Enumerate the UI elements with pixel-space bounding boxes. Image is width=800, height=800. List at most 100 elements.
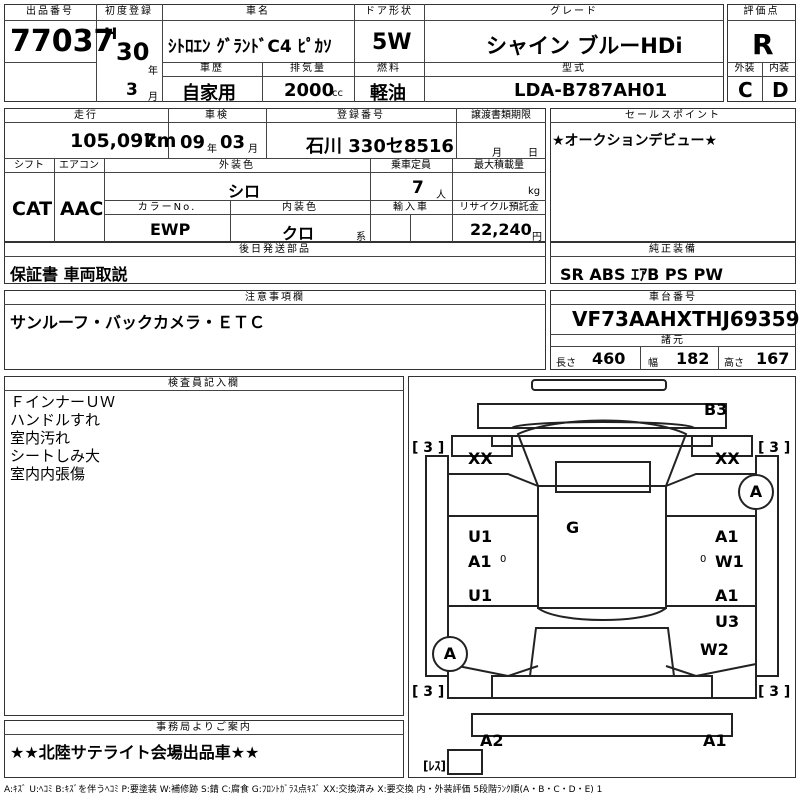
- color-label: 外装色: [219, 160, 255, 171]
- model-code: LDA-B787AH01: [514, 80, 668, 101]
- later-parts-label: 後日発送部品: [239, 244, 311, 255]
- capacity: 7: [412, 178, 424, 198]
- displacement-label: 排気量: [290, 63, 326, 74]
- lot-number: 77037: [10, 24, 115, 59]
- inspector-note: 室内汚れ: [10, 429, 71, 447]
- spare-tire-mark: [ﾚｽ]: [423, 759, 446, 773]
- transfer-day-unit: 日: [528, 148, 538, 159]
- fuel: 軽油: [370, 83, 406, 104]
- divider: [727, 20, 796, 21]
- damage-mark: U3: [715, 612, 740, 631]
- damage-mark: A1: [703, 731, 727, 750]
- body-color: シロ: [228, 182, 261, 201]
- history-label: 車歴: [200, 63, 224, 74]
- damage-circle: A: [432, 636, 468, 672]
- sales-point-section: [550, 108, 796, 242]
- displacement-unit: cc: [332, 88, 343, 99]
- damage-mark: U1: [468, 586, 493, 605]
- score-label: 評価点: [743, 6, 780, 17]
- later-parts-text: 保証書 車両取説: [10, 265, 128, 284]
- reg-year: 30: [116, 38, 150, 66]
- capacity-label: 乗車定員: [391, 160, 431, 171]
- ext-grade: C: [738, 78, 753, 102]
- inspection-label: 車検: [205, 110, 229, 121]
- length: 460: [592, 349, 626, 368]
- door-type: 5W: [372, 30, 412, 55]
- width-label: 幅: [648, 358, 658, 369]
- inspector-note: シートしみ大: [10, 447, 101, 465]
- first-reg-label: 初度登録: [105, 6, 153, 17]
- divider: [718, 346, 719, 370]
- inspection-month-unit: 月: [248, 144, 258, 155]
- notes-text: サンルーフ・バックカメラ・ＥＴＣ: [10, 313, 266, 332]
- divider: [4, 390, 404, 391]
- length-label: 長さ: [556, 358, 576, 369]
- recycle-label: リサイクル預託金: [459, 202, 539, 213]
- int-grade: D: [772, 78, 789, 102]
- ac-label: エアコン: [59, 160, 99, 171]
- divider: [4, 20, 724, 21]
- equipment-text: SR ABS ｴｱB PS PW: [560, 265, 724, 284]
- reg-year-unit: 年: [148, 66, 158, 77]
- tire-tread: [ 3 ]: [412, 684, 445, 700]
- details-section: [4, 108, 546, 242]
- shift-label: シフト: [14, 160, 44, 171]
- divider: [4, 158, 546, 159]
- tire-mark: 0: [700, 554, 707, 565]
- damage-mark: W2: [700, 640, 729, 659]
- divider: [550, 256, 796, 257]
- inspector-note: ＦインナーＵＷ: [10, 393, 116, 411]
- color-no-label: カラーNo.: [137, 202, 197, 213]
- inspector-note: 室内内張傷: [10, 465, 86, 483]
- divider: [354, 4, 355, 102]
- history: 自家用: [182, 83, 236, 104]
- damage-circle: A: [738, 474, 774, 510]
- divider: [410, 214, 411, 242]
- transfer-month-unit: 月: [492, 148, 502, 159]
- int-color-label: 内装色: [282, 202, 318, 213]
- divider: [104, 200, 546, 201]
- divider: [550, 304, 796, 305]
- tire-tread: [ 3 ]: [412, 440, 445, 456]
- tire-tread: [ 3 ]: [758, 440, 791, 456]
- divider: [4, 304, 546, 305]
- divider: [4, 122, 546, 123]
- plate-number: 石川 330セ8516: [306, 136, 454, 157]
- car-name-label: 車名: [246, 6, 270, 17]
- inspection-year: 09: [180, 132, 206, 153]
- chassis-label: 車台番号: [649, 292, 697, 303]
- divider: [104, 214, 546, 215]
- divider: [4, 172, 546, 173]
- damage-mark: A1: [715, 586, 739, 605]
- transfer-docs-label: 譲渡書類期限: [471, 110, 531, 121]
- sales-point-label: セールスポイント: [625, 110, 721, 121]
- office-label: 事務局よりご案内: [156, 722, 252, 733]
- ext-grade-label: 外装: [734, 63, 755, 74]
- lot-label: 出品番号: [26, 6, 74, 17]
- recycle-fee: 22,240: [470, 220, 532, 239]
- chassis-number: VF73AAHXTHJ693598: [572, 307, 800, 331]
- divider: [424, 4, 425, 102]
- int-color: クロ: [282, 224, 315, 243]
- import-label: 輸入車: [393, 202, 429, 213]
- sales-point-text: ★オークションデビュー★: [552, 133, 718, 149]
- divider: [640, 346, 641, 370]
- legend: A:ｷｽﾞ U:ﾍｺﾐ B:ｷｽﾞを伴うﾍｺﾐ P:要塗装 W:補修跡 S:錆 …: [4, 785, 603, 795]
- damage-mark: B3: [704, 400, 728, 419]
- damage-mark: A2: [480, 731, 504, 750]
- divider: [162, 4, 163, 102]
- max-load-label: 最大積載量: [474, 160, 524, 171]
- notes-label: 注意事項欄: [245, 292, 305, 303]
- divider: [4, 62, 96, 63]
- max-load-unit: kg: [528, 186, 541, 197]
- car-name: ｼﾄﾛｴﾝ ｸﾞﾗﾝﾄﾞC4 ﾋﾟｶｿ: [168, 37, 332, 57]
- tire-tread: [ 3 ]: [758, 684, 791, 700]
- fuel-label: 燃料: [377, 63, 401, 74]
- int-color-unit: 系: [356, 232, 366, 243]
- tire-mark: 0: [500, 554, 507, 565]
- int-grade-label: 内装: [769, 63, 789, 74]
- inspection-month: 03: [220, 132, 246, 153]
- capacity-unit: 人: [436, 190, 446, 201]
- grade: シャイン ブルーHDi: [486, 34, 683, 58]
- damage-mark: XX: [715, 449, 740, 468]
